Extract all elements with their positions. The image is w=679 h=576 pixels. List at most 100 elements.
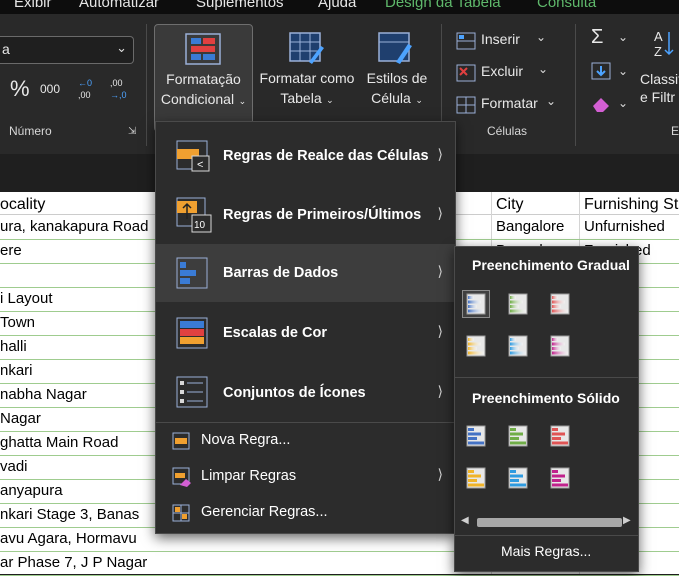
more-rules-item[interactable]: Mais Regras...: [501, 543, 591, 559]
header-city[interactable]: City: [496, 192, 576, 214]
header-furnishing[interactable]: Furnishing St: [584, 192, 679, 214]
cell-city[interactable]: Bangalore: [496, 215, 576, 239]
top-bottom-rules-icon: 10: [176, 197, 212, 233]
svg-text:←0: ←0: [78, 78, 92, 88]
thousands-button[interactable]: 000: [40, 82, 60, 96]
cell-locality[interactable]: ar Phase 7, J P Nagar: [0, 551, 490, 575]
solid-data-bar-icon[interactable]: [547, 465, 573, 491]
delete-label: Excluir: [481, 63, 524, 79]
menu-item-new-rule[interactable]: Nova Regra...: [156, 428, 455, 454]
solid-data-bar-icon[interactable]: [463, 423, 489, 449]
autosum-icon[interactable]: Σ: [591, 26, 603, 49]
cf-label-text: Condicional: [160, 91, 235, 107]
delete-button[interactable]: Excluir ⌄: [454, 62, 564, 84]
scrollbar-thumb[interactable]: [477, 518, 622, 527]
chevron-right-icon: ⟩: [437, 383, 443, 399]
tab-ajuda[interactable]: Ajuda: [318, 0, 356, 11]
gradient-data-bar-icon[interactable]: [463, 333, 489, 359]
menu-item-icon-sets[interactable]: Conjuntos de Ícones ⟩: [156, 364, 455, 420]
sort-az-icon: AZ: [654, 29, 674, 58]
conditional-formatting-button[interactable]: Formatação Condicional ⌄: [154, 24, 253, 132]
chevron-down-icon: ⌄: [618, 30, 629, 44]
manage-rules-icon: [172, 504, 190, 522]
scroll-left-icon[interactable]: ◀: [461, 515, 469, 526]
solid-data-bar-icon[interactable]: [547, 423, 573, 449]
chevron-down-icon: ⌄: [536, 30, 547, 44]
increase-decimal-icon[interactable]: ←0,00: [76, 76, 98, 102]
dialog-launcher-icon[interactable]: ⇲: [128, 126, 136, 137]
clear-eraser-icon[interactable]: [591, 94, 613, 112]
menu-item-manage-rules[interactable]: Gerenciar Regras...: [156, 500, 455, 526]
gradient-data-bar-icon[interactable]: [547, 291, 573, 317]
clear-rules-label: Limpar Regras: [201, 468, 297, 484]
insert-label: Inserir: [481, 31, 520, 47]
tab-automatizar[interactable]: Automatizar: [79, 0, 159, 11]
highlight-cells-icon: <: [176, 140, 210, 172]
menu-item-clear-rules[interactable]: Limpar Regras ⟩: [156, 464, 455, 490]
menu-item-label: Barras de Dados: [223, 265, 339, 281]
chevron-right-icon: ⟩: [437, 146, 443, 162]
menu-separator: [455, 377, 638, 378]
decrease-decimal-icon[interactable]: ,00 →,0: [108, 76, 130, 102]
cell-styles-label-line2: Célula ⌄: [362, 90, 432, 106]
new-rule-label: Nova Regra...: [201, 432, 291, 448]
delete-cells-icon: [456, 64, 476, 82]
menu-item-color-scales[interactable]: Escalas de Cor ⟩: [156, 304, 455, 362]
conditional-formatting-menu: < Regras de Realce das Células ⟩ 10 Regr…: [155, 121, 456, 534]
number-group-title: Número: [9, 124, 52, 138]
tab-suplementos[interactable]: Suplementos: [196, 0, 284, 11]
menu-item-label: Escalas de Cor: [223, 325, 327, 341]
svg-text:A: A: [654, 29, 663, 44]
svg-text:Z: Z: [654, 44, 662, 58]
svg-text:<: <: [197, 159, 203, 171]
chevron-down-icon: ⌄: [323, 95, 334, 105]
tab-consulta[interactable]: Consulta: [537, 0, 596, 11]
percent-button[interactable]: %: [10, 76, 30, 102]
chevron-down-icon: ⌄: [618, 96, 629, 110]
solid-data-bar-icon[interactable]: [505, 423, 531, 449]
menu-bar: Exibir Automatizar Suplementos Ajuda Des…: [0, 0, 679, 14]
gradient-data-bar-icon[interactable]: [505, 333, 531, 359]
tab-design-da-tabela[interactable]: Design da Tabela: [385, 0, 501, 11]
chevron-down-icon: ⌄: [236, 96, 247, 106]
format-button[interactable]: Formatar ⌄: [454, 94, 564, 116]
fill-down-icon[interactable]: [591, 62, 611, 80]
chevron-down-icon: ⌄: [618, 64, 629, 78]
cell-styles-icon: [378, 32, 414, 66]
sort-filter-label-line1: Classifi: [640, 71, 679, 87]
menu-item-label: Regras de Primeiros/Últimos: [223, 207, 422, 223]
horizontal-scrollbar[interactable]: ◀ ▶: [459, 515, 634, 529]
sort-filter-button[interactable]: Classifi e Filtr: [640, 71, 679, 105]
insert-cells-icon: [456, 32, 476, 50]
menu-item-highlight-cells-rules[interactable]: < Regras de Realce das Células ⟩: [156, 126, 455, 186]
new-rule-icon: [172, 432, 190, 450]
clear-rules-icon: [172, 467, 191, 487]
color-scales-icon: [176, 317, 208, 349]
format-label: Formatar: [481, 95, 538, 111]
gradient-fill-title: Preenchimento Gradual: [472, 257, 630, 273]
cell-furnishing[interactable]: Unfurnished: [584, 215, 679, 239]
cells-group-title: Células: [487, 124, 528, 138]
format-as-table-button[interactable]: Formatar como Tabela ⌄: [256, 24, 358, 130]
top-icon-number: 10: [194, 220, 206, 231]
gradient-data-bar-icon[interactable]: [547, 333, 573, 359]
format-cells-icon: [456, 96, 476, 114]
solid-data-bar-icon[interactable]: [505, 465, 531, 491]
gradient-data-bar-icon[interactable]: [505, 291, 531, 317]
solid-data-bar-icon[interactable]: [463, 465, 489, 491]
menu-item-data-bars[interactable]: Barras de Dados ⟩: [156, 244, 455, 302]
gradient-data-bar-icon[interactable]: [462, 290, 490, 318]
cell-styles-button[interactable]: Estilos de Célula ⌄: [362, 24, 432, 130]
data-bars-icon: [176, 257, 208, 289]
insert-button[interactable]: Inserir ⌄: [454, 30, 564, 52]
tab-exibir[interactable]: Exibir: [14, 0, 52, 11]
sort-filter-label-line2: e Filtr: [640, 89, 675, 105]
chevron-down-icon: ⌄: [538, 62, 549, 76]
scroll-right-icon[interactable]: ▶: [623, 515, 631, 526]
menu-item-top-bottom-rules[interactable]: 10 Regras de Primeiros/Últimos ⟩: [156, 186, 455, 244]
menu-item-label: Conjuntos de Ícones: [223, 385, 366, 401]
chevron-right-icon: ⟩: [437, 323, 443, 339]
icon-sets-icon: [176, 376, 208, 408]
menu-item-label: Regras de Realce das Células: [223, 148, 429, 164]
number-format-dropdown[interactable]: a ⌄: [0, 36, 134, 64]
